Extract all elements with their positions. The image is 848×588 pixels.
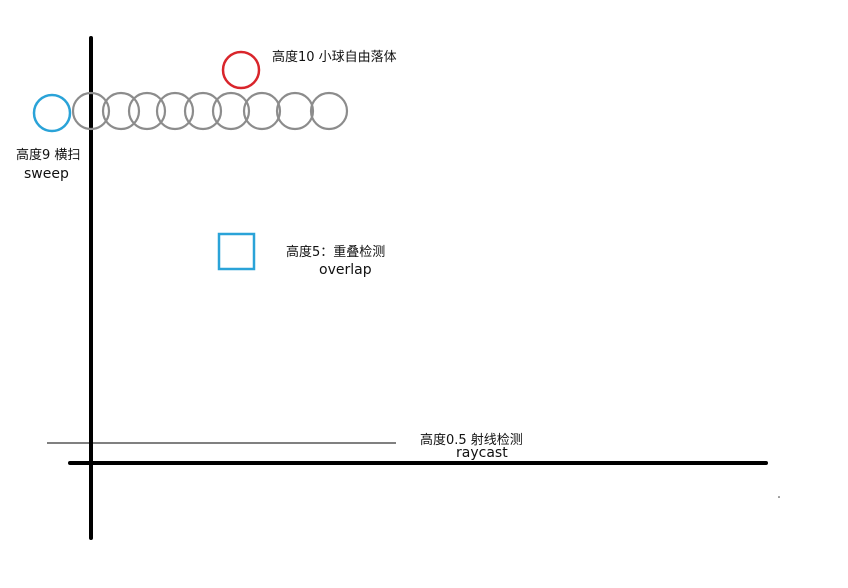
overlap-label-en: overlap (319, 262, 372, 278)
free-fall-label: 高度10 小球自由落体 (272, 50, 397, 65)
free-fall-ball (221, 50, 261, 90)
sweep-trail-circle (155, 91, 195, 131)
overlap-label-cn: 高度5：重叠检测 (286, 245, 386, 260)
sweep-trail-circle (275, 91, 315, 131)
diagram-canvas: 高度10 小球自由落体 高度9 横扫 sweep 高度5：重叠检测 overla… (0, 0, 848, 588)
stray-dot (778, 496, 780, 498)
sweep-start-circle (32, 93, 72, 133)
sweep-trail-circle (309, 91, 349, 131)
overlap-box (217, 232, 256, 271)
diagram-svg (32, 36, 780, 540)
sweep-label-cn: 高度9 横扫 (16, 148, 81, 163)
raycast-label-en: raycast (456, 445, 508, 461)
sweep-trail (71, 91, 349, 131)
sweep-label-en: sweep (24, 166, 69, 182)
sweep-trail-circle (127, 91, 167, 131)
sweep-trail-circle (183, 91, 223, 131)
